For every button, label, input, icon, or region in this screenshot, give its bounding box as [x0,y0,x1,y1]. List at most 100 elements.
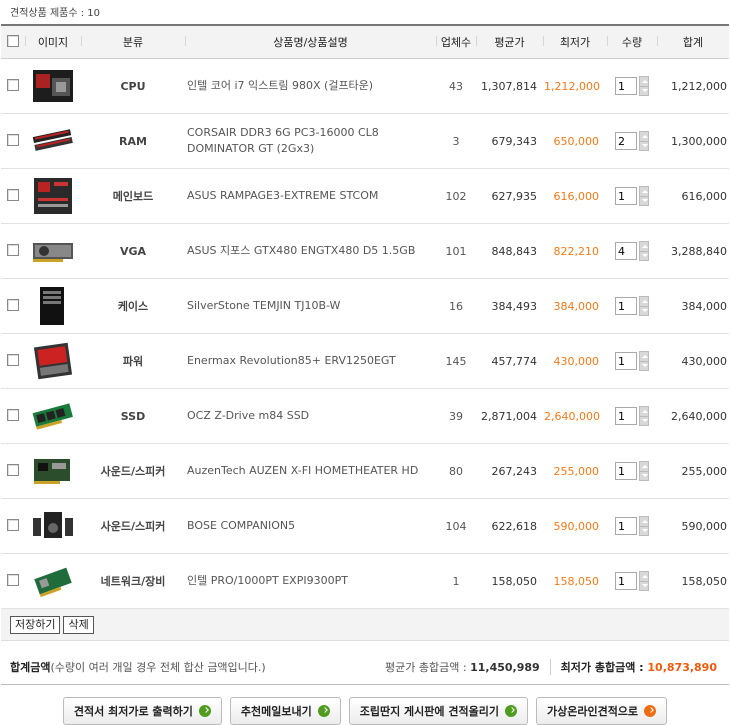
row-vendors: 145 [436,333,476,389]
qty-up-icon[interactable] [639,461,649,472]
qty-down-icon[interactable] [639,251,649,261]
row-product-name[interactable]: OCZ Z-Drive m84 SSD [185,388,436,444]
row-checkbox[interactable] [1,223,25,279]
row-low-price: 822,210 [543,223,607,279]
speakers-icon[interactable] [30,506,76,546]
print-lowest-button[interactable]: 견적서 최저가로 출력하기 [62,697,222,725]
row-sum: 1,212,000 [657,58,729,114]
quantity-input[interactable] [615,517,637,535]
estimate-panel: 견적상품 제품수 : 10 이미지 분류 상품명/상품설명 업체수 평균가 최저… [0,0,730,725]
row-category: 네트워크/장비 [81,553,185,609]
row-vendors: 104 [436,498,476,554]
vga-card-icon[interactable] [30,231,76,271]
totals-bar: 합계금액 (수량이 여러 개일 경우 전체 합산 금액입니다.) 평균가 총합금… [1,649,729,685]
quantity-input[interactable] [615,297,637,315]
qty-up-icon[interactable] [639,571,649,582]
sound-card-icon[interactable] [30,451,76,491]
quantity-input[interactable] [615,462,637,480]
row-checkbox[interactable] [1,443,25,499]
virtual-estimate-button[interactable]: 가상온라인견적으로 [535,697,668,725]
send-email-button[interactable]: 추천메일보내기 [229,697,341,725]
arrow-circle-icon [317,705,330,717]
arrow-circle-icon [644,705,657,717]
quantity-stepper [615,296,649,316]
qty-up-icon[interactable] [639,406,649,417]
ssd-card-icon[interactable] [30,396,76,436]
qty-down-icon[interactable] [639,471,649,481]
qty-up-icon[interactable] [639,241,649,252]
row-checkbox[interactable] [1,58,25,114]
qty-down-icon[interactable] [639,196,649,206]
quantity-input[interactable] [615,572,637,590]
row-checkbox[interactable] [1,498,25,554]
table-row: RAM CORSAIR DDR3 6G PC3-16000 CL8 DOMINAT… [1,113,729,169]
qty-down-icon[interactable] [639,86,649,96]
row-low-price: 430,000 [543,333,607,389]
row-vendors: 3 [436,113,476,169]
pc-case-icon[interactable] [30,286,76,326]
quantity-input[interactable] [615,242,637,260]
col-avg-price: 평균가 [476,24,543,59]
row-product-name[interactable]: AuzenTech AUZEN X-FI HOMETHEATER HD [185,443,436,499]
qty-up-icon[interactable] [639,76,649,87]
low-total: 최저가 총합금액 : 10,873,890 [560,660,717,674]
quantity-input[interactable] [615,187,637,205]
row-category: CPU [81,58,185,114]
table-row: 사운드/스피커 AuzenTech AUZEN X-FI HOMETHEATER … [1,443,729,499]
ram-icon[interactable] [30,121,76,161]
qty-down-icon[interactable] [639,581,649,591]
row-checkbox[interactable] [1,113,25,169]
row-checkbox[interactable] [1,278,25,334]
row-category: 케이스 [81,278,185,334]
qty-up-icon[interactable] [639,351,649,362]
row-category: 메인보드 [81,168,185,224]
quantity-input[interactable] [615,352,637,370]
row-vendors: 102 [436,168,476,224]
save-button[interactable]: 저장하기 [10,615,61,634]
row-low-price: 650,000 [543,113,607,169]
low-total-value: 10,873,890 [647,660,717,674]
row-product-name[interactable]: ASUS 지포스 GTX480 ENGTX480 D5 1.5GB [185,223,436,279]
row-product-name[interactable]: Enermax Revolution85+ ERV1250EGT [185,333,436,389]
row-product-name[interactable]: CORSAIR DDR3 6G PC3-16000 CL8 DOMINATOR … [185,113,436,169]
row-product-name[interactable]: SilverStone TEMJIN TJ10B-W [185,278,436,334]
row-category: 사운드/스피커 [81,498,185,554]
row-avg-price: 679,343 [476,113,543,169]
row-checkbox[interactable] [1,388,25,444]
row-product-name[interactable]: ASUS RAMPAGE3-EXTREME STCOM [185,168,436,224]
qty-up-icon[interactable] [639,131,649,142]
mainboard-icon[interactable] [30,176,76,216]
row-product-name[interactable]: 인텔 코어 i7 익스트림 980X (걸프타운) [185,58,436,114]
table-header: 이미지 분류 상품명/상품설명 업체수 평균가 최저가 수량 합계 [1,24,729,59]
qty-down-icon[interactable] [639,526,649,536]
table-row: 케이스 SilverStone TEMJIN TJ10B-W 16 384,493 38… [1,278,729,334]
delete-button[interactable]: 삭제 [63,615,94,634]
row-checkbox[interactable] [1,168,25,224]
quantity-input[interactable] [615,77,637,95]
row-low-price: 616,000 [543,168,607,224]
qty-up-icon[interactable] [639,186,649,197]
network-card-icon[interactable] [30,561,76,601]
qty-down-icon[interactable] [639,361,649,371]
row-low-price: 590,000 [543,498,607,554]
quantity-input[interactable] [615,407,637,425]
row-product-name[interactable]: BOSE COMPANION5 [185,498,436,554]
select-all-checkbox[interactable] [1,24,25,59]
row-checkbox[interactable] [1,333,25,389]
post-board-button[interactable]: 조립딴지 게시판에 견적올리기 [348,697,528,725]
quantity-stepper [615,351,649,371]
quantity-input[interactable] [615,132,637,150]
psu-box-icon[interactable] [30,341,76,381]
qty-down-icon[interactable] [639,416,649,426]
row-product-name[interactable]: 인텔 PRO/1000PT EXPI9300PT [185,553,436,609]
qty-down-icon[interactable] [639,141,649,151]
qty-up-icon[interactable] [639,296,649,307]
row-checkbox[interactable] [1,553,25,609]
qty-down-icon[interactable] [639,306,649,316]
row-avg-price: 848,843 [476,223,543,279]
cpu-box-icon[interactable] [30,66,76,106]
row-category: 사운드/스피커 [81,443,185,499]
qty-up-icon[interactable] [639,516,649,527]
col-vendors: 업체수 [436,24,476,59]
row-category: SSD [81,388,185,444]
